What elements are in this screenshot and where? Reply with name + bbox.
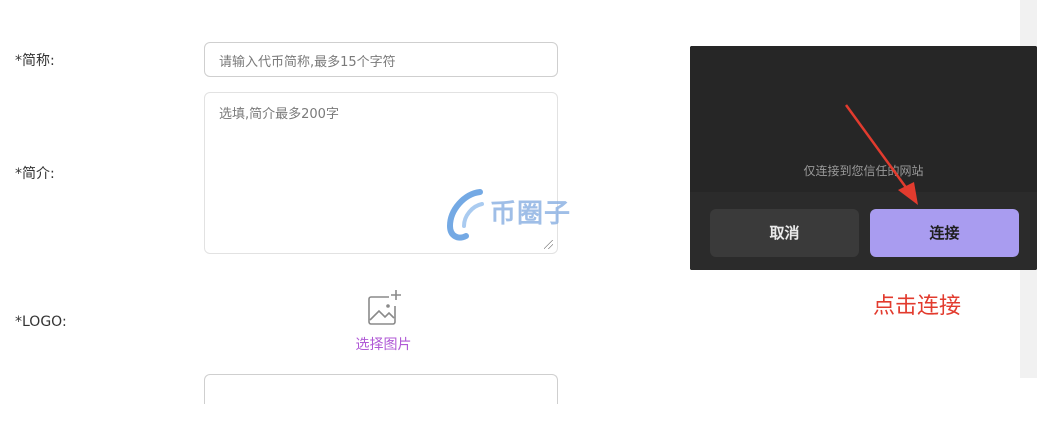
cancel-button[interactable]: 取消 bbox=[710, 209, 859, 257]
short-name-label: *简称: bbox=[15, 53, 55, 69]
trust-notice: 仅连接到您信任的网站 bbox=[803, 164, 924, 178]
cropped-bottom-text bbox=[0, 418, 1037, 427]
connect-dialog: 仅连接到您信任的网站 取消 连接 bbox=[690, 46, 1037, 270]
watermark-text: 币圈子 bbox=[490, 199, 572, 229]
add-image-icon bbox=[367, 290, 401, 325]
logo-upload-button[interactable]: 选择图片 bbox=[346, 288, 421, 354]
logo-label: *LOGO: bbox=[15, 314, 67, 330]
intro-placeholder: 选填,简介最多200字 bbox=[219, 107, 339, 122]
intro-label: *简介: bbox=[15, 166, 55, 182]
short-name-input[interactable]: 请输入代币简称,最多15个字符 bbox=[204, 42, 558, 77]
click-connect-hint: 点击连接 bbox=[873, 294, 962, 319]
watermark: 币圈子 bbox=[442, 184, 602, 244]
watermark-logo-icon bbox=[446, 189, 484, 241]
next-input-field[interactable] bbox=[204, 374, 558, 404]
connect-button[interactable]: 连接 bbox=[870, 209, 1019, 257]
cropped-top-text bbox=[0, 0, 1037, 8]
logo-picker-text: 选择图片 bbox=[355, 337, 412, 353]
short-name-placeholder: 请输入代币简称,最多15个字符 bbox=[219, 55, 396, 70]
